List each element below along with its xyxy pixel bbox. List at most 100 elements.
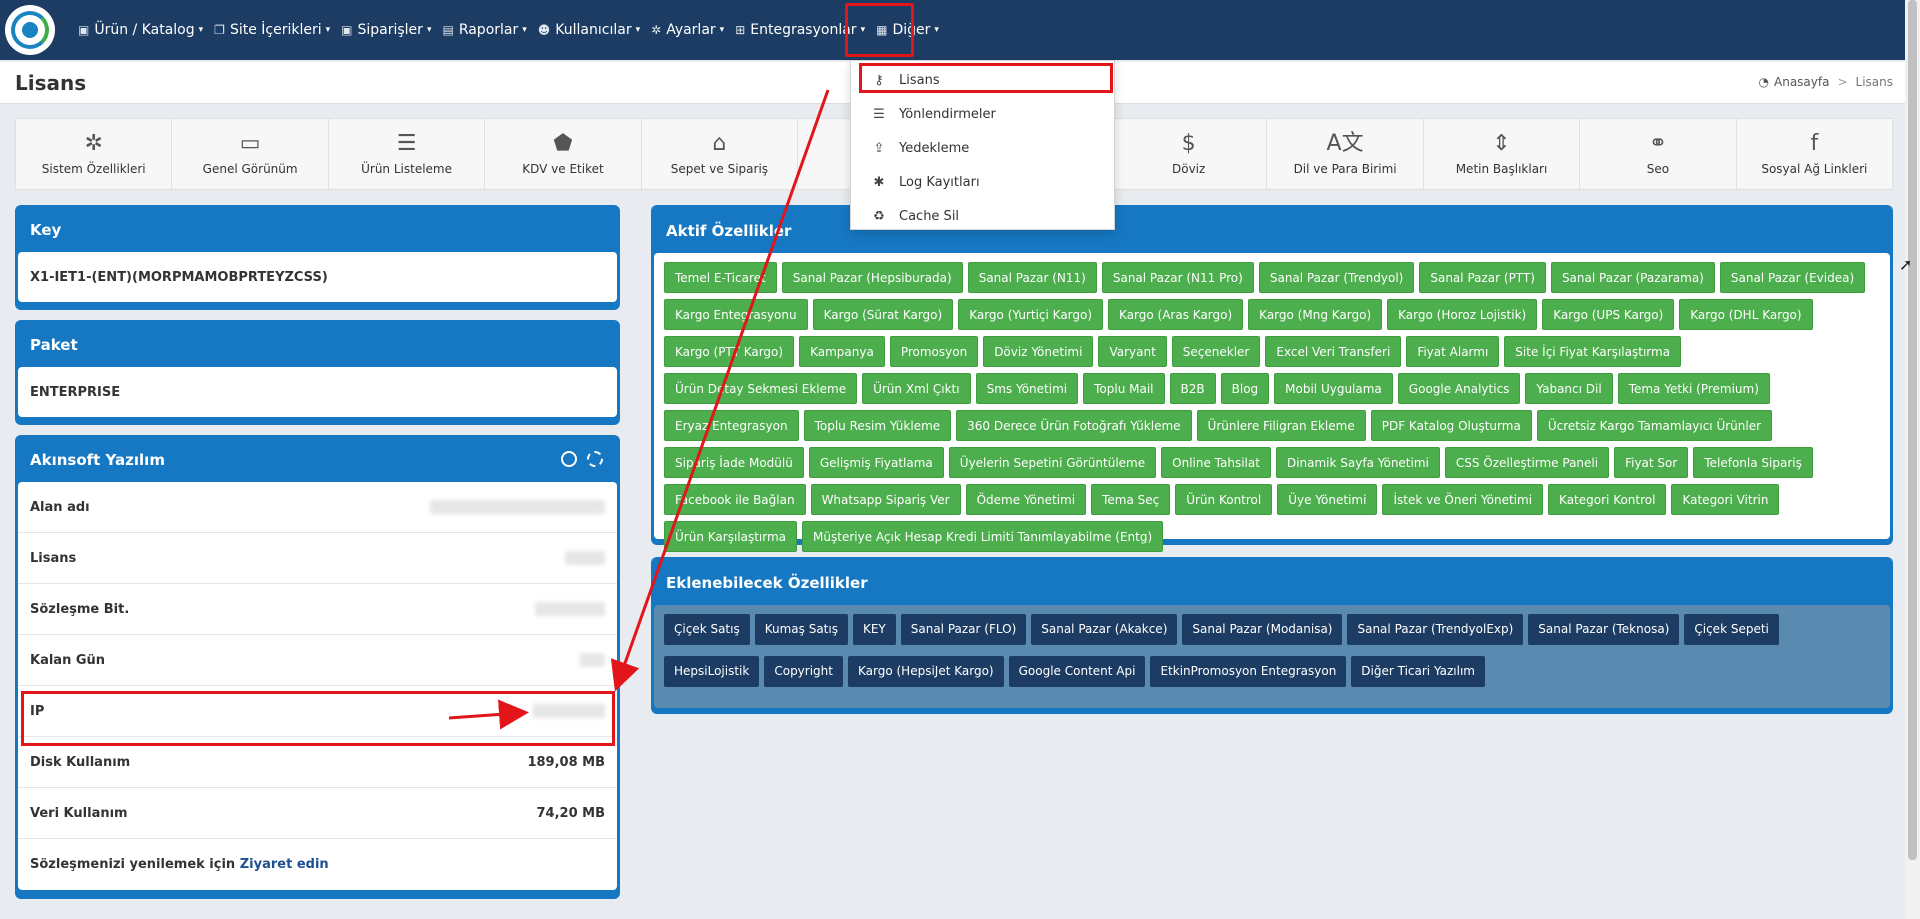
addable-feature-badge[interactable]: Sanal Pazar (Teknosa) bbox=[1528, 614, 1680, 645]
active-feature-badge: Google Analytics bbox=[1397, 373, 1521, 404]
caret-down-icon: ▾ bbox=[198, 25, 204, 35]
company-panel-title: Akınsoft Yazılım bbox=[30, 451, 165, 469]
active-feature-badge: Promosyon bbox=[889, 336, 979, 367]
package-value: ENTERPRISE bbox=[18, 367, 617, 417]
settings-tile-2[interactable]: ☰ Ürün Listeleme bbox=[329, 119, 486, 189]
settings-tile-11[interactable]: f Sosyal Ağ Linkleri bbox=[1737, 119, 1892, 189]
settings-tile-7[interactable]: $ Döviz bbox=[1111, 119, 1268, 189]
addable-feature-badge[interactable]: Google Content Api bbox=[1008, 656, 1146, 687]
addable-feature-badge[interactable]: KEY bbox=[852, 614, 896, 645]
active-feature-badge: Gelişmiş Fiyatlama bbox=[808, 447, 944, 478]
nav-item-2[interactable]: ▣ Siparişler ▾ bbox=[341, 0, 431, 60]
settings-tile-label: Genel Görünüm bbox=[202, 162, 298, 176]
nav-item-3[interactable]: ▤ Raporlar ▾ bbox=[442, 0, 526, 60]
settings-tile-9[interactable]: ⇕ Metin Başlıkları bbox=[1424, 119, 1581, 189]
active-feature-badge: Ödeme Yönetimi bbox=[965, 484, 1087, 515]
active-feature-badge: Kargo (Sürat Kargo) bbox=[812, 299, 954, 330]
desktop-icon: ▭ bbox=[239, 131, 261, 156]
addable-feature-badge[interactable]: EtkinPromosyon Entegrasyon bbox=[1150, 656, 1347, 687]
active-feature-badge: Kategori Kontrol bbox=[1548, 484, 1667, 515]
addable-feature-badge[interactable]: Sanal Pazar (Akakce) bbox=[1031, 614, 1178, 645]
nav-item-5[interactable]: ✲ Ayarlar ▾ bbox=[651, 0, 724, 60]
nav-item-1[interactable]: ❐ Site İçerikleri ▾ bbox=[214, 0, 330, 60]
dropdown-item-2[interactable]: ⇪ Yedekleme bbox=[851, 131, 1114, 165]
active-feature-badge: Ürün Karşılaştırma bbox=[664, 521, 798, 552]
active-feature-badge: Kargo (Aras Kargo) bbox=[1108, 299, 1244, 330]
addable-feature-badge[interactable]: Diğer Ticari Yazılım bbox=[1351, 656, 1485, 687]
active-feature-badge: Eryaz Entegrasyon bbox=[664, 410, 799, 441]
active-feature-badge: Fiyat Alarmı bbox=[1406, 336, 1500, 367]
dropdown-item-3[interactable]: ✱ Log Kayıtları bbox=[851, 165, 1114, 199]
dropdown-item-1[interactable]: ☰ Yönlendirmeler bbox=[851, 97, 1114, 131]
info-row: Veri Kullanım 74,20 MB bbox=[18, 788, 617, 839]
settings-tile-label: Sepet ve Sipariş bbox=[670, 162, 769, 176]
active-feature-badge: Tema Yetki (Premium) bbox=[1617, 373, 1770, 404]
active-feature-badge: Mobil Uygulama bbox=[1274, 373, 1393, 404]
active-feature-badge: Ücretsiz Kargo Tamamlayıcı Ürünler bbox=[1536, 410, 1773, 441]
sliders-icon: ☰ bbox=[873, 106, 885, 122]
diger-dropdown-menu: ⚷ Lisans ☰ Yönlendirmeler ⇪ Yedekleme ✱ Log Kay… bbox=[850, 60, 1115, 230]
active-feature-badge: Sipariş İade Modülü bbox=[664, 447, 804, 478]
breadcrumb-home[interactable]: Anasayfa bbox=[1774, 75, 1829, 89]
info-row: Alan adı bbox=[18, 482, 617, 533]
addable-features-panel: Eklenebilecek Özellikler Çiçek Satış Kuma… bbox=[651, 557, 1893, 714]
license-key-value: X1-IET1-(ENT)(MORPMAMOBPRTEYZCSS) bbox=[18, 252, 617, 302]
dropdown-item-label: Cache Sil bbox=[899, 208, 960, 224]
refresh-icon[interactable] bbox=[587, 451, 603, 467]
dropdown-item-4[interactable]: ♻ Cache Sil bbox=[851, 199, 1114, 233]
settings-tile-8[interactable]: A文 Dil ve Para Birimi bbox=[1267, 119, 1424, 189]
info-row-label: Veri Kullanım bbox=[30, 805, 128, 821]
caret-down-icon: ▾ bbox=[635, 25, 641, 35]
nav-item-label: Ürün / Katalog bbox=[94, 22, 195, 38]
addable-feature-badge[interactable]: Kumaş Satış bbox=[754, 614, 848, 645]
addable-feature-badge[interactable]: Sanal Pazar (Modanisa) bbox=[1182, 614, 1343, 645]
renew-row: Sözleşmenizi yenilemek için Ziyaret edin bbox=[18, 839, 617, 890]
nav-item-4[interactable]: ☻ Kullanıcılar ▾ bbox=[538, 0, 640, 60]
addable-feature-badge[interactable]: Sanal Pazar (TrendyolExp) bbox=[1347, 614, 1524, 645]
nav-item-label: Ayarlar bbox=[666, 22, 716, 38]
addable-feature-badge[interactable]: Kargo (HepsiJet Kargo) bbox=[847, 656, 1004, 687]
addable-feature-badge[interactable]: Çiçek Satış bbox=[664, 614, 750, 645]
addable-feature-badge[interactable]: Copyright bbox=[764, 656, 843, 687]
active-feature-badge: Üyelerin Sepetini Görüntüleme bbox=[948, 447, 1157, 478]
addable-feature-badge[interactable]: HepsiLojistik bbox=[664, 656, 760, 687]
active-feature-badge: Blog bbox=[1220, 373, 1270, 404]
settings-tile-label: Sistem Özellikleri bbox=[41, 162, 146, 176]
tags-icon: ⬟ bbox=[553, 131, 573, 156]
key-panel-title: Key bbox=[30, 221, 62, 239]
download-icon[interactable] bbox=[561, 451, 577, 467]
renew-text: Sözleşmenizi yenilemek için Ziyaret edin bbox=[30, 857, 329, 872]
settings-tile-4[interactable]: ⌂ Sepet ve Sipariş bbox=[642, 119, 799, 189]
settings-tile-10[interactable]: ⚭ Seo bbox=[1580, 119, 1737, 189]
active-feature-badge: Sanal Pazar (PTT) bbox=[1419, 262, 1546, 293]
settings-tile-0[interactable]: ✲ Sistem Özellikleri bbox=[16, 119, 173, 189]
active-feature-badge: Üye Yönetimi bbox=[1277, 484, 1378, 515]
active-feature-badge: Tema Seç bbox=[1091, 484, 1171, 515]
caret-down-icon: ▾ bbox=[719, 25, 725, 35]
settings-tile-3[interactable]: ⬟ KDV ve Etiket bbox=[485, 119, 642, 189]
renew-link[interactable]: Ziyaret edin bbox=[240, 857, 329, 872]
info-row-label: Disk Kullanım bbox=[30, 754, 131, 770]
list-icon: ☰ bbox=[396, 131, 417, 156]
company-info-list: Alan adı Lisans Sözleşme Bit. Kalan Gün IP Di… bbox=[18, 482, 617, 890]
annotation-highlight-ip bbox=[21, 691, 615, 746]
file-icon: ▤ bbox=[442, 23, 454, 37]
breadcrumb-current: Lisans bbox=[1855, 75, 1893, 89]
active-feature-badge: Yabancı Dil bbox=[1525, 373, 1613, 404]
page-scrollbar[interactable] bbox=[1905, 0, 1920, 919]
nav-item-0[interactable]: ▣ Ürün / Katalog ▾ bbox=[78, 0, 203, 60]
company-panel: Akınsoft Yazılım Alan adı Lisans Sözleşme … bbox=[15, 435, 620, 899]
logo[interactable] bbox=[5, 5, 55, 55]
active-feature-badge: Kampanya bbox=[799, 336, 885, 367]
breadcrumb-separator: > bbox=[1837, 75, 1848, 89]
redacted-value bbox=[535, 602, 605, 616]
active-feature-badge: Kargo (Mng Kargo) bbox=[1248, 299, 1383, 330]
addable-feature-badge[interactable]: Çiçek Sepeti bbox=[1684, 614, 1779, 645]
dropdown-item-label: Yönlendirmeler bbox=[899, 106, 996, 122]
settings-tile-1[interactable]: ▭ Genel Görünüm bbox=[172, 119, 329, 189]
sitemap-icon: ⊞ bbox=[735, 23, 746, 37]
annotation-highlight-lisans bbox=[859, 63, 1113, 93]
addable-feature-badge[interactable]: Sanal Pazar (FLO) bbox=[900, 614, 1027, 645]
active-feature-badge: Site İçi Fiyat Karşılaştırma bbox=[1504, 336, 1682, 367]
dropdown-item-label: Log Kayıtları bbox=[899, 174, 980, 190]
